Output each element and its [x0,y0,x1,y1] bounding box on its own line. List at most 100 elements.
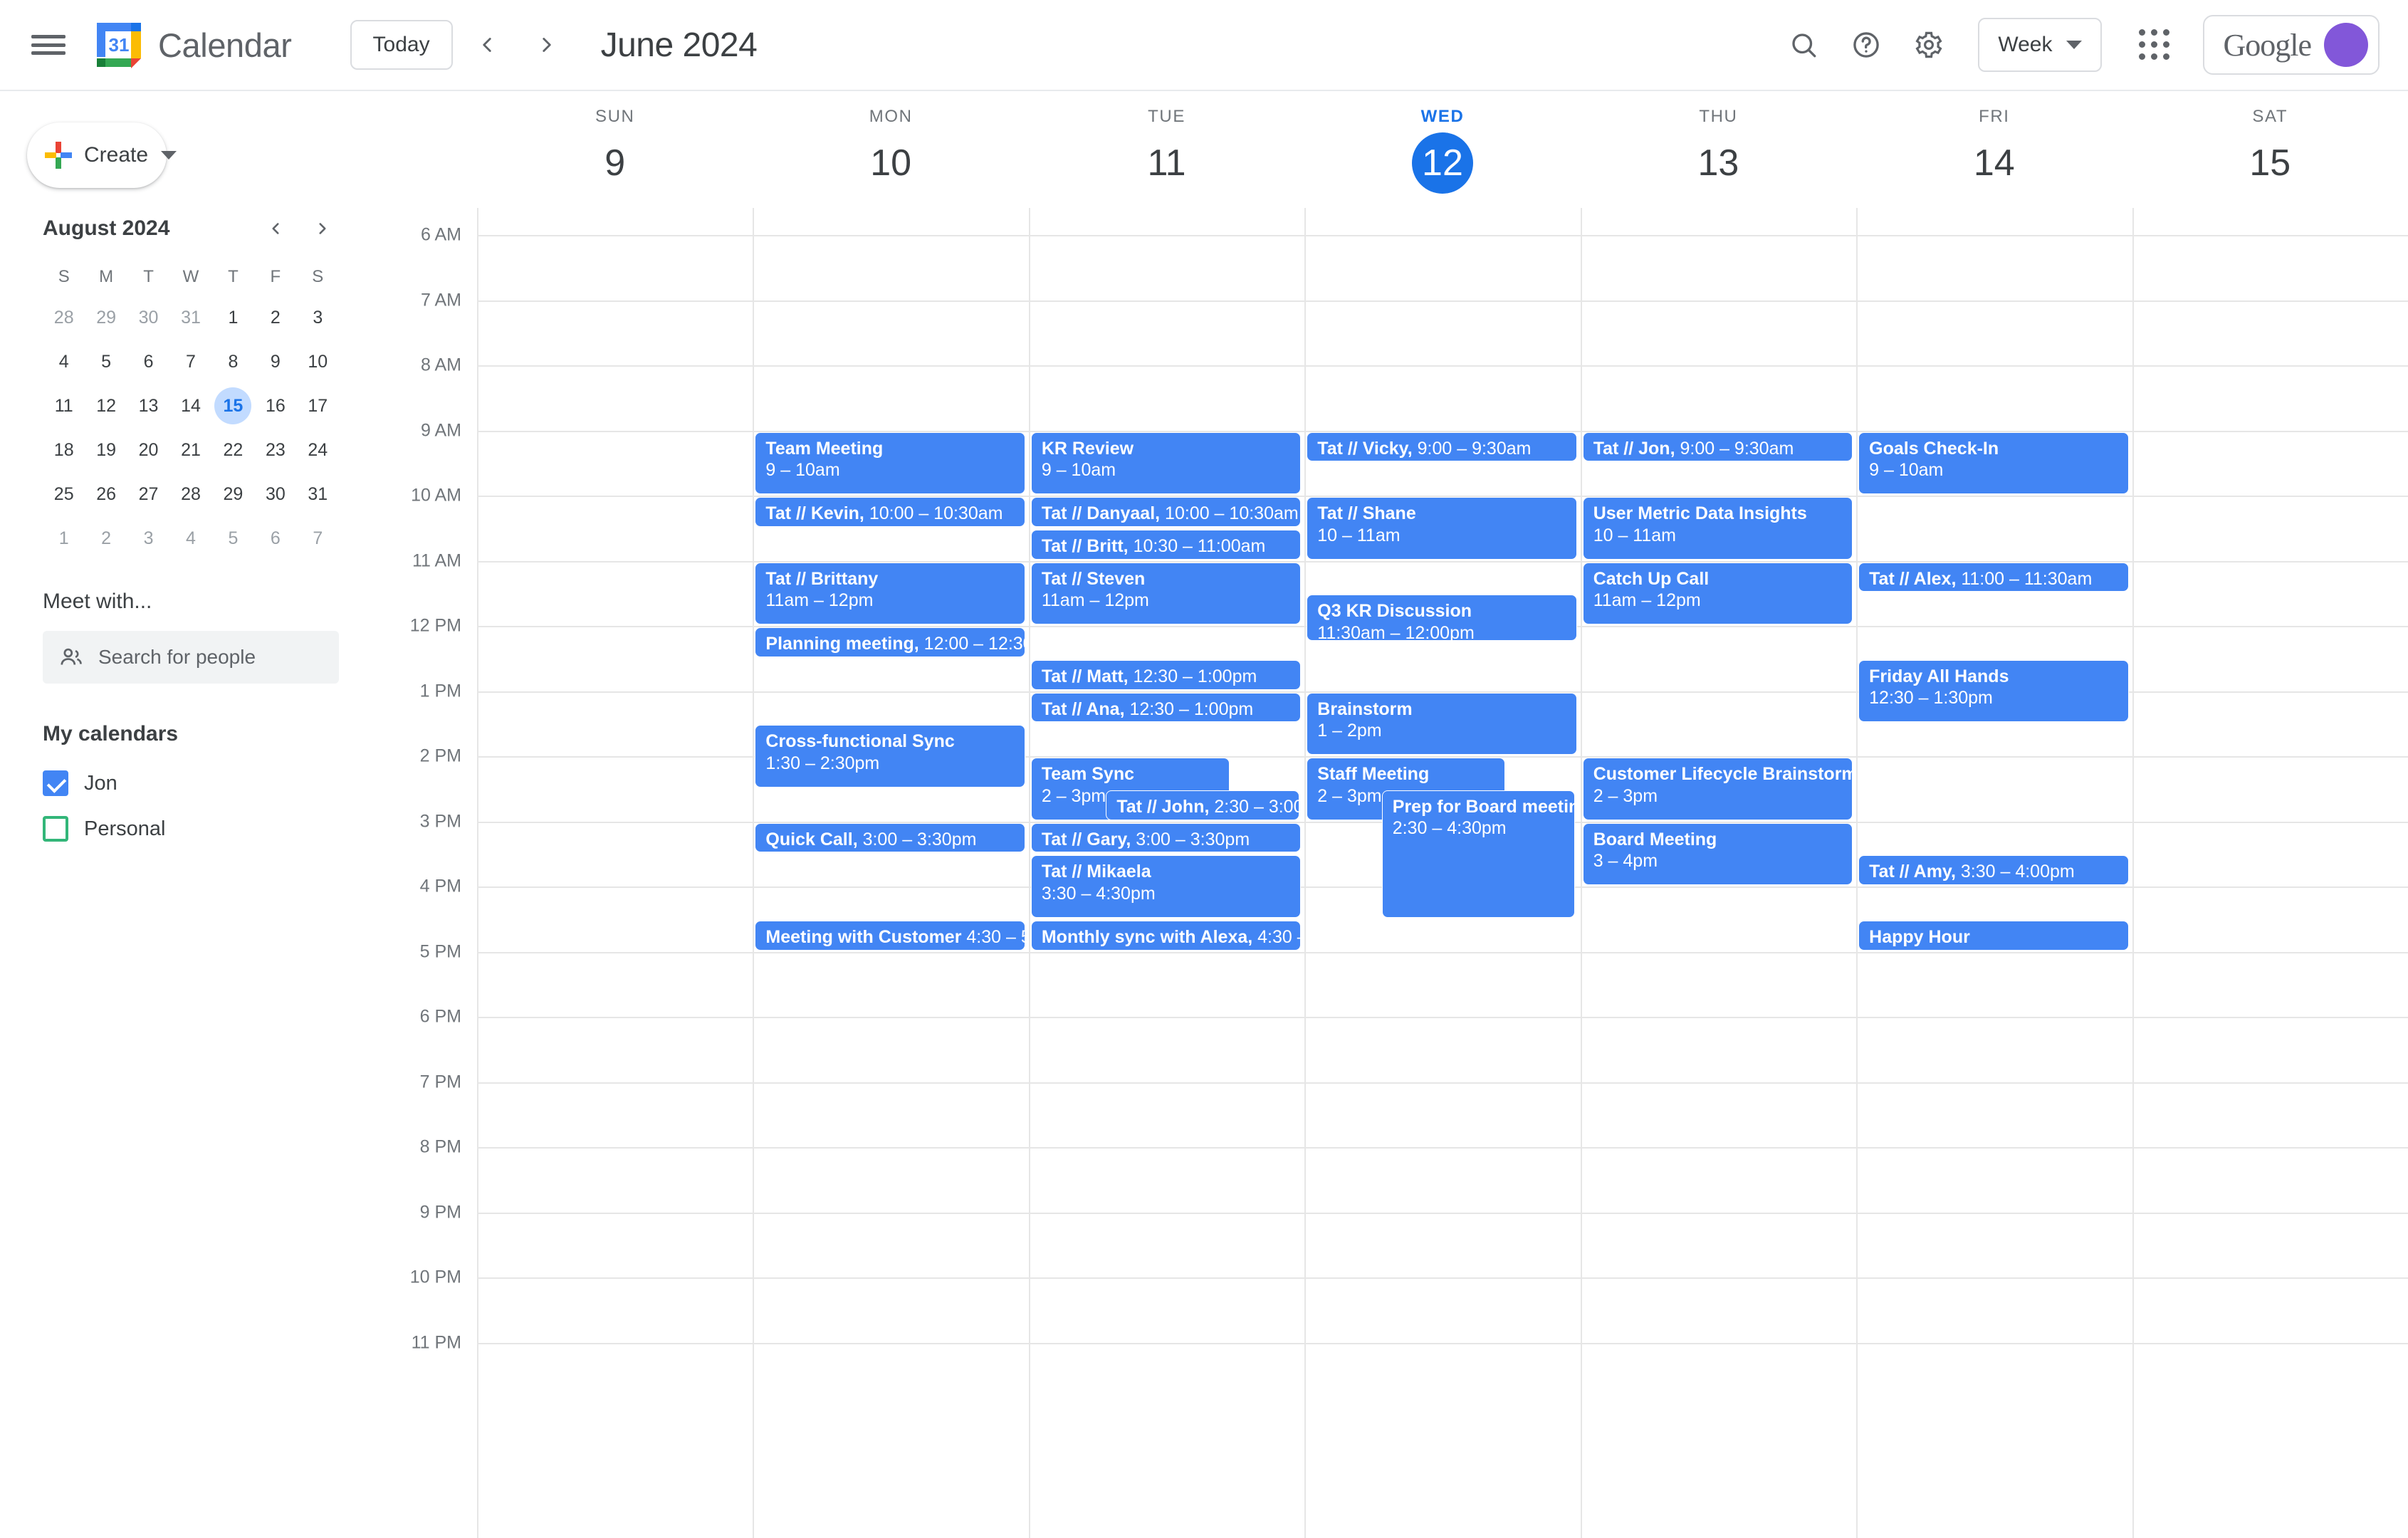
day-header-fri[interactable]: FRI 14 [1856,91,2132,208]
day-header-date[interactable]: 13 [1687,132,1749,194]
calendar-event[interactable]: Tat // Brittany 11am – 12pm [755,562,1025,624]
calendar-event[interactable]: Quick Call, 3:00 – 3:30pm [755,822,1025,853]
mini-calendar-day[interactable]: 4 [169,518,211,558]
today-button[interactable]: Today [350,20,453,70]
mini-calendar-day[interactable]: 16 [254,386,296,426]
calendar-event[interactable]: KR Review 9 – 10am [1030,431,1302,494]
calendar-event[interactable]: Planning meeting, 12:00 – 12:30pm [755,627,1025,657]
day-header-mon[interactable]: MON 10 [753,91,1028,208]
calendar-toggle-row[interactable]: Personal [43,806,339,852]
day-header-sun[interactable]: SUN 9 [477,91,753,208]
hamburger-icon[interactable] [30,31,67,59]
mini-prev-month-icon[interactable] [259,212,292,245]
calendar-event[interactable]: Tat // Alex, 11:00 – 11:30am [1858,562,2129,592]
calendar-event[interactable]: Prep for Board meeting 2:30 – 4:30pm [1381,790,1575,918]
calendar-event[interactable]: Tat // Vicky, 9:00 – 9:30am [1307,431,1577,462]
calendar-event[interactable]: Tat // Ana, 12:30 – 1:00pm [1030,692,1302,723]
calendar-event[interactable]: Customer Lifecycle Brainstorm 2 – 3pm [1582,758,1853,820]
calendar-event[interactable]: Tat // Britt, 10:30 – 11:00am [1030,529,1302,560]
mini-calendar-day[interactable]: 18 [43,430,85,470]
mini-calendar-day[interactable]: 7 [169,342,211,382]
mini-calendar-day[interactable]: 3 [297,298,339,338]
mini-calendar-day[interactable]: 25 [43,474,85,514]
calendar-event[interactable]: Tat // Matt, 12:30 – 1:00pm [1030,659,1302,690]
day-header-date[interactable]: 14 [1964,132,2025,194]
calendar-event[interactable]: Brainstorm 1 – 2pm [1307,692,1577,755]
mini-calendar-day[interactable]: 31 [297,474,339,514]
day-header-date[interactable]: 10 [860,132,921,194]
calendar-event[interactable]: Tat // Mikaela 3:30 – 4:30pm [1030,855,1302,918]
mini-calendar-day[interactable]: 11 [43,386,85,426]
mini-calendar-day[interactable]: 6 [127,342,169,382]
search-icon[interactable] [1776,17,1831,73]
mini-calendar-day[interactable]: 15 [212,386,254,426]
mini-calendar-day[interactable]: 1 [212,298,254,338]
mini-calendar-day[interactable]: 2 [85,518,127,558]
mini-calendar-day[interactable]: 3 [127,518,169,558]
apps-grid-icon[interactable] [2126,16,2183,73]
day-header-date[interactable]: 11 [1136,132,1198,194]
mini-calendar-day[interactable]: 30 [254,474,296,514]
calendar-event[interactable]: Board Meeting 3 – 4pm [1582,822,1853,885]
mini-calendar-day[interactable]: 28 [169,474,211,514]
mini-next-month-icon[interactable] [306,212,339,245]
mini-calendar-day[interactable]: 23 [254,430,296,470]
mini-calendar-day[interactable]: 6 [254,518,296,558]
calendar-event[interactable]: Goals Check-In 9 – 10am [1858,431,2129,494]
calendar-event[interactable]: Friday All Hands 12:30 – 1:30pm [1858,659,2129,723]
mini-calendar-day[interactable]: 19 [85,430,127,470]
calendar-event[interactable]: Tat // Danyaal, 10:00 – 10:30am [1030,497,1302,527]
calendar-event[interactable]: Tat // Kevin, 10:00 – 10:30am [755,497,1025,527]
mini-calendar-day[interactable]: 27 [127,474,169,514]
day-header-date[interactable]: 12 [1411,132,1473,194]
calendar-event[interactable]: Tat // Gary, 3:00 – 3:30pm [1030,822,1302,853]
calendar-checkbox[interactable] [43,770,68,796]
calendar-event[interactable]: Meeting with Customer 4:30 – 5:00pm [755,920,1025,951]
day-header-date[interactable]: 9 [585,132,646,194]
calendar-event[interactable]: Team Meeting 9 – 10am [755,431,1025,494]
mini-calendar-day[interactable]: 22 [212,430,254,470]
mini-calendar-day[interactable]: 21 [169,430,211,470]
create-button[interactable]: Create [27,122,177,188]
day-header-tue[interactable]: TUE 11 [1029,91,1304,208]
mini-calendar-day[interactable]: 8 [212,342,254,382]
calendar-event[interactable]: Tat // Jon, 9:00 – 9:30am [1582,431,1853,462]
mini-calendar-day[interactable]: 17 [297,386,339,426]
day-header-thu[interactable]: THU 13 [1581,91,1856,208]
mini-calendar-day[interactable]: 30 [127,298,169,338]
calendar-checkbox[interactable] [43,816,68,842]
mini-calendar-day[interactable]: 4 [43,342,85,382]
day-header-sat[interactable]: SAT 15 [2132,91,2408,208]
calendar-event[interactable]: Q3 KR Discussion 11:30am – 12:00pm [1307,595,1577,641]
calendar-toggle-row[interactable]: Jon [43,760,339,806]
mini-calendar-day[interactable]: 26 [85,474,127,514]
gear-icon[interactable] [1901,17,1957,73]
mini-calendar-day[interactable]: 29 [212,474,254,514]
calendar-event[interactable]: Tat // Amy, 3:30 – 4:00pm [1858,855,2129,885]
mini-calendar-day[interactable]: 5 [85,342,127,382]
day-header-wed[interactable]: WED 12 [1304,91,1580,208]
calendar-event[interactable]: Happy Hour [1858,920,2129,951]
calendar-event[interactable]: User Metric Data Insights 10 – 11am [1582,497,1853,560]
calendar-event[interactable]: Monthly sync with Alexa, 4:30 – 5:00pm [1030,920,1302,951]
time-grid[interactable]: 6 AM 7 AM 8 AM 9 AM 10 AM 11 AM 12 PM 1 PM 2 PM 3… [367,208,2408,1538]
calendar-event[interactable]: Cross-functional Sync 1:30 – 2:30pm [755,725,1025,788]
mini-calendar-day[interactable]: 20 [127,430,169,470]
mini-calendar-day[interactable]: 12 [85,386,127,426]
mini-calendar-day[interactable]: 10 [297,342,339,382]
mini-calendar-day[interactable]: 2 [254,298,296,338]
mini-calendar-day[interactable]: 5 [212,518,254,558]
prev-week-icon[interactable] [461,19,513,70]
mini-calendar-day[interactable]: 31 [169,298,211,338]
calendar-event[interactable]: Tat // John, 2:30 – 3:00pm [1106,790,1299,820]
calendar-event[interactable]: Catch Up Call 11am – 12pm [1582,562,1853,624]
account-chip[interactable]: Google [2203,15,2380,75]
help-icon[interactable] [1838,17,1894,73]
mini-calendar-day[interactable]: 28 [43,298,85,338]
day-header-date[interactable]: 15 [2239,132,2300,194]
search-people-input[interactable] [98,646,323,669]
calendar-event[interactable]: Tat // Steven 11am – 12pm [1030,562,1302,624]
mini-calendar-day[interactable]: 7 [297,518,339,558]
mini-calendar-day[interactable]: 29 [85,298,127,338]
calendar-event[interactable]: Tat // Shane 10 – 11am [1307,497,1577,560]
